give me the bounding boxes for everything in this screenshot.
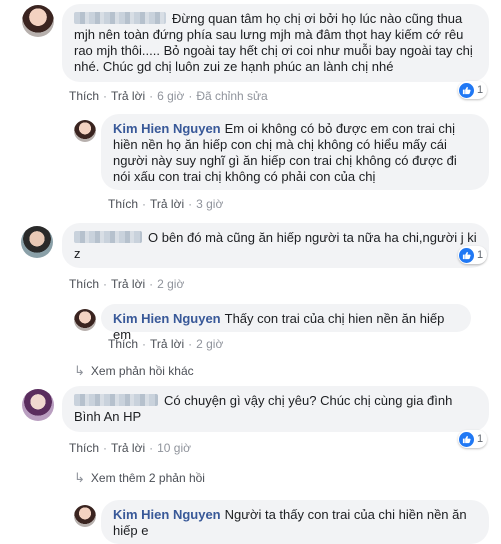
view-more-replies-label: Xem phản hồi khác [90,364,194,378]
edited-label[interactable]: Đã chỉnh sửa [196,89,267,103]
comment-actions: Thích · Trả lời · 6 giờ · Đã chỉnh sửa [69,89,268,103]
like-icon [459,82,474,98]
reply-avatar[interactable] [74,505,96,527]
like-icon [459,247,474,263]
timestamp[interactable]: 2 giờ [157,277,184,291]
reply-author[interactable]: Kim Hien Nguyen [113,121,221,136]
reply-avatar[interactable] [74,120,96,142]
reaction-count-value: 1 [477,249,484,261]
like-link[interactable]: Thích [108,337,138,351]
reply-link[interactable]: Trả lời [111,441,145,455]
reaction-count-value: 1 [477,433,484,445]
comment-bubble: O bên đó mà cũng ăn hiếp người ta nữa ha… [62,223,489,268]
reply-avatar[interactable] [74,309,96,331]
reply-actions: Thích · Trả lời · 3 giờ [108,197,224,211]
reply-bubble: Kim Hien Nguyen Thấy con trai của chị hie… [101,304,471,342]
commenter-avatar[interactable] [22,5,54,37]
timestamp[interactable]: 3 giờ [196,197,223,211]
reaction-count[interactable]: 1 [458,430,488,448]
comment-actions: Thích · Trả lời · 10 giờ [69,441,191,455]
timestamp[interactable]: 2 giờ [196,337,223,351]
like-link[interactable]: Thích [69,441,99,455]
reply-arrow-icon: ↳ [74,470,85,485]
reply-bubble: Kim Hien Nguyen Em oi không có bỏ được em… [101,114,489,190]
comment-actions: Thích · Trả lời · 2 giờ [69,277,185,291]
reaction-count[interactable]: 1 [458,81,488,99]
view-more-replies[interactable]: ↳ Xem phản hồi khác [74,363,194,379]
timestamp[interactable]: 10 giờ [157,441,191,455]
like-link[interactable]: Thích [69,277,99,291]
redacted-name[interactable] [74,12,166,24]
commenter-avatar[interactable] [21,226,53,258]
redacted-name[interactable] [74,231,142,243]
like-icon [459,431,474,447]
like-link[interactable]: Thích [69,89,99,103]
reply-link[interactable]: Trả lời [111,89,145,103]
reaction-count-value: 1 [477,84,484,96]
reply-author[interactable]: Kim Hien Nguyen [113,311,221,326]
reply-link[interactable]: Trả lời [150,197,184,211]
reaction-count[interactable]: 1 [458,246,488,264]
reply-actions: Thích · Trả lời · 2 giờ [108,337,224,351]
comment-bubble: Đừng quan tâm họ chị ơi bởi họ lúc nào c… [62,4,489,82]
comment-bubble: Có chuyện gì vậy chị yêu? Chúc chị cùng … [62,386,489,432]
reply-link[interactable]: Trả lời [111,277,145,291]
redacted-name[interactable] [74,394,158,406]
reply-link[interactable]: Trả lời [150,337,184,351]
reply-bubble: Kim Hien Nguyen Người ta thấy con trai củ… [101,500,489,544]
timestamp[interactable]: 6 giờ [157,89,184,103]
like-link[interactable]: Thích [108,197,138,211]
reply-arrow-icon: ↳ [74,363,85,378]
reply-author[interactable]: Kim Hien Nguyen [113,507,221,522]
view-more-replies[interactable]: ↳ Xem thêm 2 phản hồi [74,470,205,486]
view-more-replies-label: Xem thêm 2 phản hồi [90,471,205,485]
commenter-avatar[interactable] [22,389,54,421]
